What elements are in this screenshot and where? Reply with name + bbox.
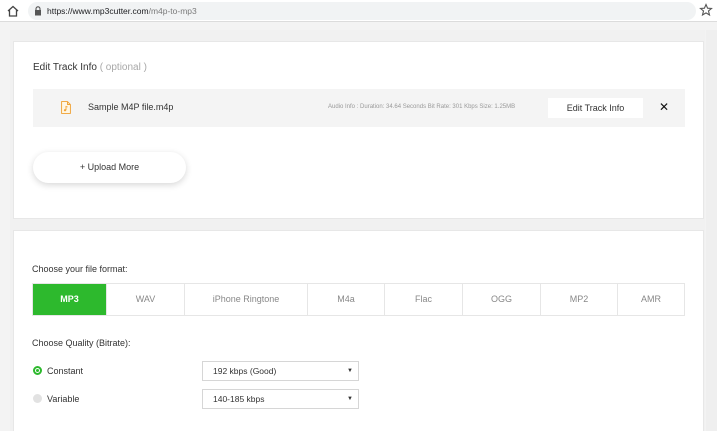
quality-label: Choose Quality (Bitrate):: [32, 338, 131, 348]
format-card: Choose your file format: MP3 WAV iPhone …: [13, 230, 704, 431]
format-tab-flac[interactable]: Flac: [385, 284, 463, 315]
file-name: Sample M4P file.m4p: [88, 102, 174, 112]
format-tab-m4a[interactable]: M4a: [308, 284, 385, 315]
format-tab-mp3[interactable]: MP3: [33, 284, 107, 315]
bookmark-star-icon[interactable]: [699, 3, 713, 17]
url-field[interactable]: https://www.mp3cutter.com/m4p-to-mp3: [28, 2, 696, 20]
browser-address-bar: https://www.mp3cutter.com/m4p-to-mp3: [0, 0, 717, 22]
constant-radio[interactable]: [33, 366, 42, 375]
format-tab-amr[interactable]: AMR: [618, 284, 684, 315]
file-row: Sample M4P file.m4p Audio Info : Duratio…: [33, 89, 685, 127]
format-tab-iphone-ringtone[interactable]: iPhone Ringtone: [185, 284, 308, 315]
variable-radio[interactable]: [33, 394, 42, 403]
edit-track-title: Edit Track Info ( optional ): [33, 62, 147, 73]
home-icon[interactable]: [5, 3, 21, 19]
format-tab-wav[interactable]: WAV: [107, 284, 185, 315]
audio-info: Audio Info : Duration: 34.64 Seconds Bit…: [328, 104, 516, 110]
format-label: Choose your file format:: [32, 264, 128, 274]
edit-track-card: Edit Track Info ( optional ) Sample M4P …: [13, 41, 704, 219]
remove-file-button[interactable]: ✕: [659, 100, 669, 114]
caret-down-icon: ▼: [347, 368, 353, 374]
format-tab-ogg[interactable]: OGG: [463, 284, 541, 315]
upload-more-button[interactable]: + Upload More: [33, 152, 186, 183]
url-path: /m4p-to-mp3: [148, 6, 197, 16]
optional-label: ( optional ): [99, 62, 147, 73]
caret-down-icon: ▼: [347, 396, 353, 402]
format-tabs: MP3 WAV iPhone Ringtone M4a Flac OGG MP2…: [32, 283, 685, 316]
lock-icon: [35, 6, 41, 16]
page-side-strip: [706, 30, 717, 431]
constant-radio-label[interactable]: Constant: [47, 366, 83, 376]
edit-track-info-button[interactable]: Edit Track Info: [548, 98, 643, 118]
constant-bitrate-value: 192 kbps (Good): [213, 366, 277, 376]
url-host: https://www.mp3cutter.com: [47, 6, 149, 16]
variable-bitrate-select[interactable]: 140-185 kbps ▼: [202, 389, 359, 409]
edit-track-title-text: Edit Track Info: [33, 62, 97, 73]
audio-file-icon: [61, 101, 71, 114]
variable-radio-label[interactable]: Variable: [47, 394, 79, 404]
format-tab-mp2[interactable]: MP2: [541, 284, 618, 315]
constant-bitrate-select[interactable]: 192 kbps (Good) ▼: [202, 361, 359, 381]
url-text: https://www.mp3cutter.com/m4p-to-mp3: [47, 5, 197, 17]
variable-bitrate-value: 140-185 kbps: [213, 394, 265, 404]
